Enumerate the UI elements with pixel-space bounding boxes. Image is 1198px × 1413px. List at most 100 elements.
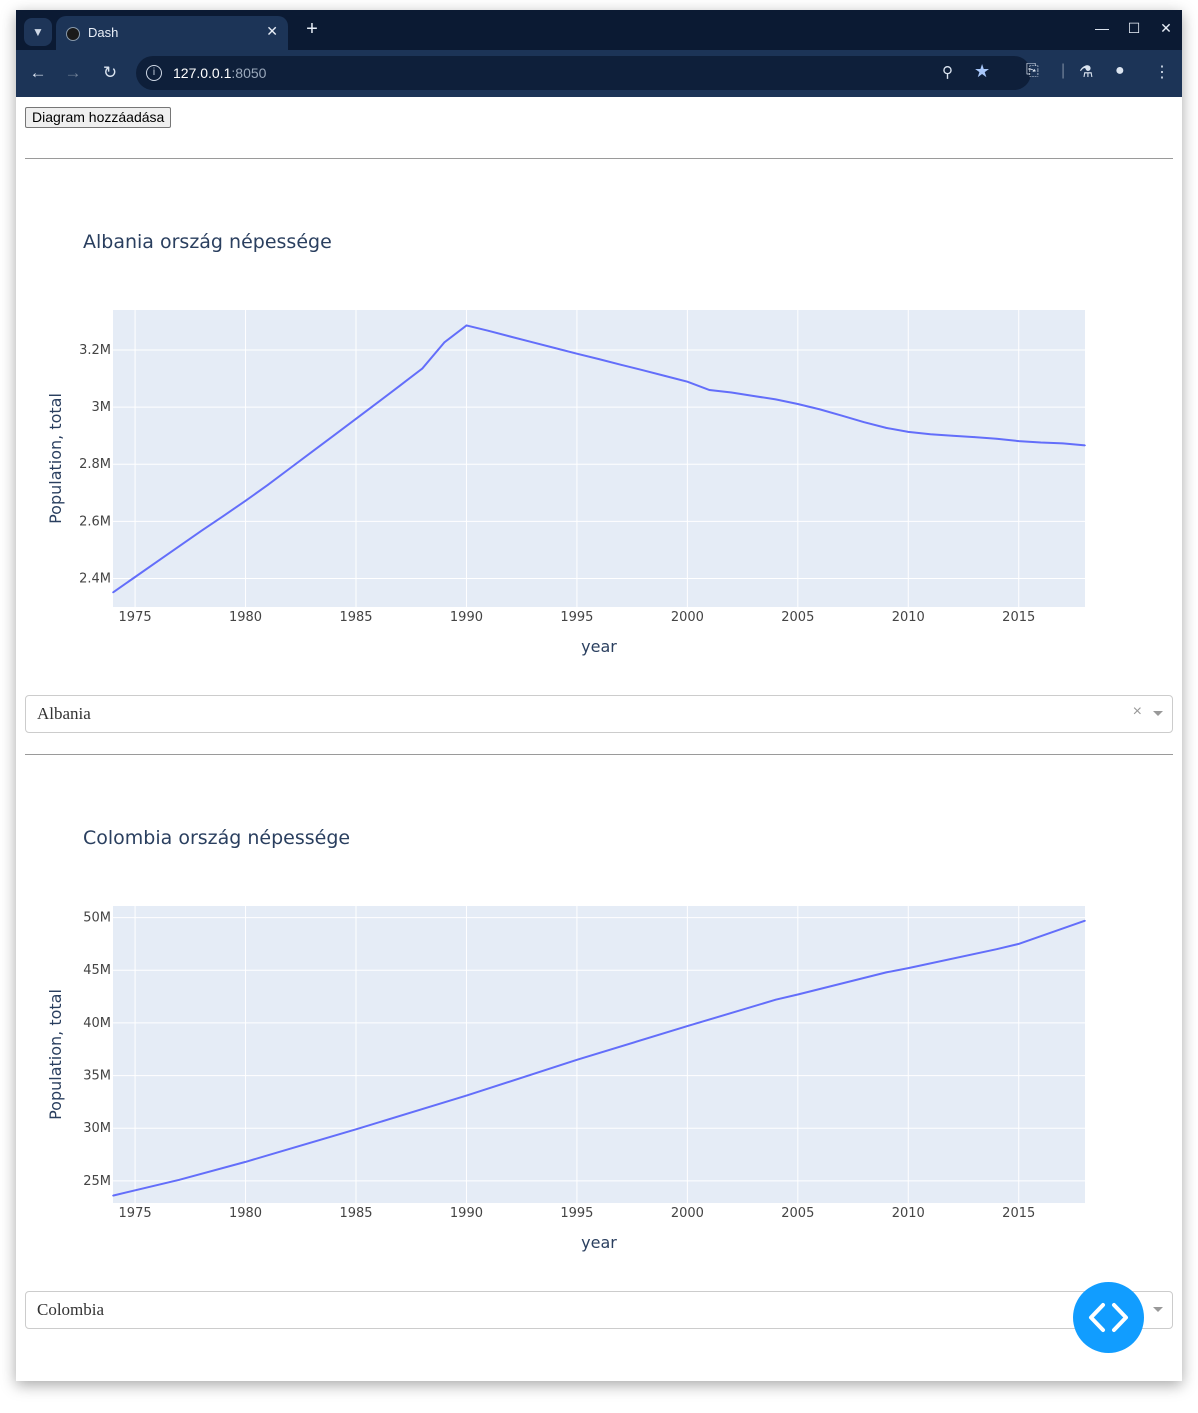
data-point [244, 1161, 247, 1163]
new-tab-button[interactable]: + [300, 18, 324, 41]
maximize-icon[interactable]: ☐ [1124, 20, 1144, 37]
clear-icon[interactable]: × [1133, 703, 1142, 721]
divider [25, 754, 1173, 755]
back-icon[interactable]: ← [27, 63, 49, 83]
extensions-icon[interactable]: ⎘ [1026, 62, 1039, 80]
data-point [156, 560, 158, 563]
data-point [178, 1179, 181, 1181]
country-dropdown-1[interactable]: Albania × [25, 695, 1173, 733]
dropdown-arrow-icon[interactable] [1153, 711, 1163, 716]
dash-favicon-icon [66, 27, 80, 41]
profile-avatar-icon[interactable]: ● [1115, 62, 1125, 80]
close-window-icon[interactable]: ✕ [1156, 20, 1176, 37]
data-point [377, 401, 379, 404]
data-point [288, 467, 291, 470]
data-point [355, 1128, 357, 1131]
x-tick-label: 1975 [119, 610, 152, 625]
data-point [708, 389, 711, 391]
data-point [951, 434, 954, 437]
data-point [222, 515, 225, 517]
country-dropdown-2[interactable]: Colombia [25, 1291, 1173, 1329]
add-diagram-button[interactable]: Diagram hozzáadása [25, 107, 172, 128]
x-tick-label: 1990 [450, 1206, 483, 1221]
data-point [642, 369, 644, 372]
y-tick-label: 25M [83, 1174, 111, 1189]
site-info-icon[interactable]: i [146, 65, 162, 81]
data-point [885, 971, 887, 974]
data-point [885, 427, 887, 429]
dash-page: Diagram hozzáadása 1975 1980 1985 1990 1995 2… [16, 97, 1182, 1381]
data-point [863, 421, 865, 424]
population-chart-1[interactable]: 1975 1980 1985 1990 1995 2000 2005 2010 2015 2.4M… [25, 201, 1173, 681]
tab-strip: ▼ Dash ✕ + — ☐ ✕ [16, 10, 1182, 50]
population-chart-2[interactable]: 1975 1980 1985 1990 1995 2000 2005 2010 2015 25M 3… [25, 797, 1173, 1277]
data-point [465, 324, 468, 327]
x-tick-label: 1990 [450, 610, 483, 625]
x-tick-label: 1985 [339, 1206, 372, 1221]
zoom-icon[interactable]: ⚲ [942, 63, 953, 81]
data-point [929, 433, 932, 436]
chart-title: Albania ország népessége [83, 231, 332, 253]
data-point [620, 364, 622, 366]
browser-toolbar: ← → ↻ i 127.0.0.1:8050 ⚲ ★ ⎘ | ⚗ ● ⋮ [16, 50, 1182, 97]
tab-title: Dash [88, 25, 119, 40]
x-tick-label: 2005 [781, 610, 814, 625]
x-axis-title: year [581, 637, 617, 656]
x-tick-label: 2000 [671, 1206, 704, 1221]
data-point [112, 591, 114, 594]
forward-icon[interactable]: → [62, 63, 84, 83]
data-point [752, 395, 755, 397]
data-point [509, 335, 512, 338]
url-text: 127.0.0.1:8050 [173, 65, 267, 81]
data-point [819, 408, 821, 411]
data-point [774, 998, 777, 1001]
code-brackets-icon [1089, 1303, 1128, 1332]
data-point [112, 1194, 114, 1197]
data-point [178, 545, 181, 547]
x-tick-label: 2015 [1002, 610, 1035, 625]
y-axis-title: Population, total [46, 989, 65, 1120]
data-point [465, 1094, 468, 1097]
data-point [443, 341, 446, 344]
data-point [730, 391, 733, 394]
data-point [1017, 943, 1020, 945]
data-point [973, 436, 976, 438]
data-point [907, 967, 910, 969]
y-tick-label: 35M [83, 1069, 111, 1084]
plot-area [113, 310, 1085, 607]
data-point [311, 451, 313, 453]
reload-icon[interactable]: ↻ [99, 63, 121, 83]
data-point [1084, 919, 1086, 922]
menu-kebab-icon[interactable]: ⋮ [1154, 62, 1170, 82]
data-point [355, 418, 357, 420]
x-axis-title: year [581, 1233, 617, 1252]
x-tick-label: 2010 [892, 610, 925, 625]
bookmark-star-icon[interactable]: ★ [974, 61, 990, 82]
data-point [554, 347, 556, 349]
data-point [686, 380, 689, 383]
minimize-icon[interactable]: — [1092, 20, 1112, 36]
data-point [266, 484, 269, 486]
data-point [598, 358, 600, 360]
labs-flask-icon[interactable]: ⚗ [1079, 62, 1093, 82]
x-tick-label: 1985 [339, 610, 372, 625]
address-bar[interactable]: i 127.0.0.1:8050 ⚲ ★ [136, 56, 1031, 90]
browser-tab[interactable]: Dash ✕ [56, 16, 288, 50]
dash-debug-button[interactable] [1073, 1282, 1144, 1353]
chart-svg: 1975 1980 1985 1990 1995 2000 2005 2010 2015 2.4M… [46, 231, 1086, 656]
chart-title: Colombia ország népessége [83, 827, 350, 849]
data-point [576, 352, 578, 355]
y-tick-label: 2.6M [79, 514, 111, 529]
x-tick-label: 2005 [781, 1206, 814, 1221]
data-point [421, 367, 424, 370]
x-tick-label: 2000 [671, 610, 704, 625]
close-tab-icon[interactable]: ✕ [266, 23, 278, 40]
tab-search-button[interactable]: ▼ [24, 18, 52, 46]
y-tick-label: 50M [83, 911, 111, 926]
dropdown-arrow-icon[interactable] [1153, 1307, 1163, 1312]
data-point [797, 993, 799, 996]
dropdown-selected-value: Albania [37, 704, 91, 723]
data-point [134, 576, 136, 578]
chevron-down-icon: ▼ [32, 25, 44, 39]
data-point [686, 1025, 689, 1027]
